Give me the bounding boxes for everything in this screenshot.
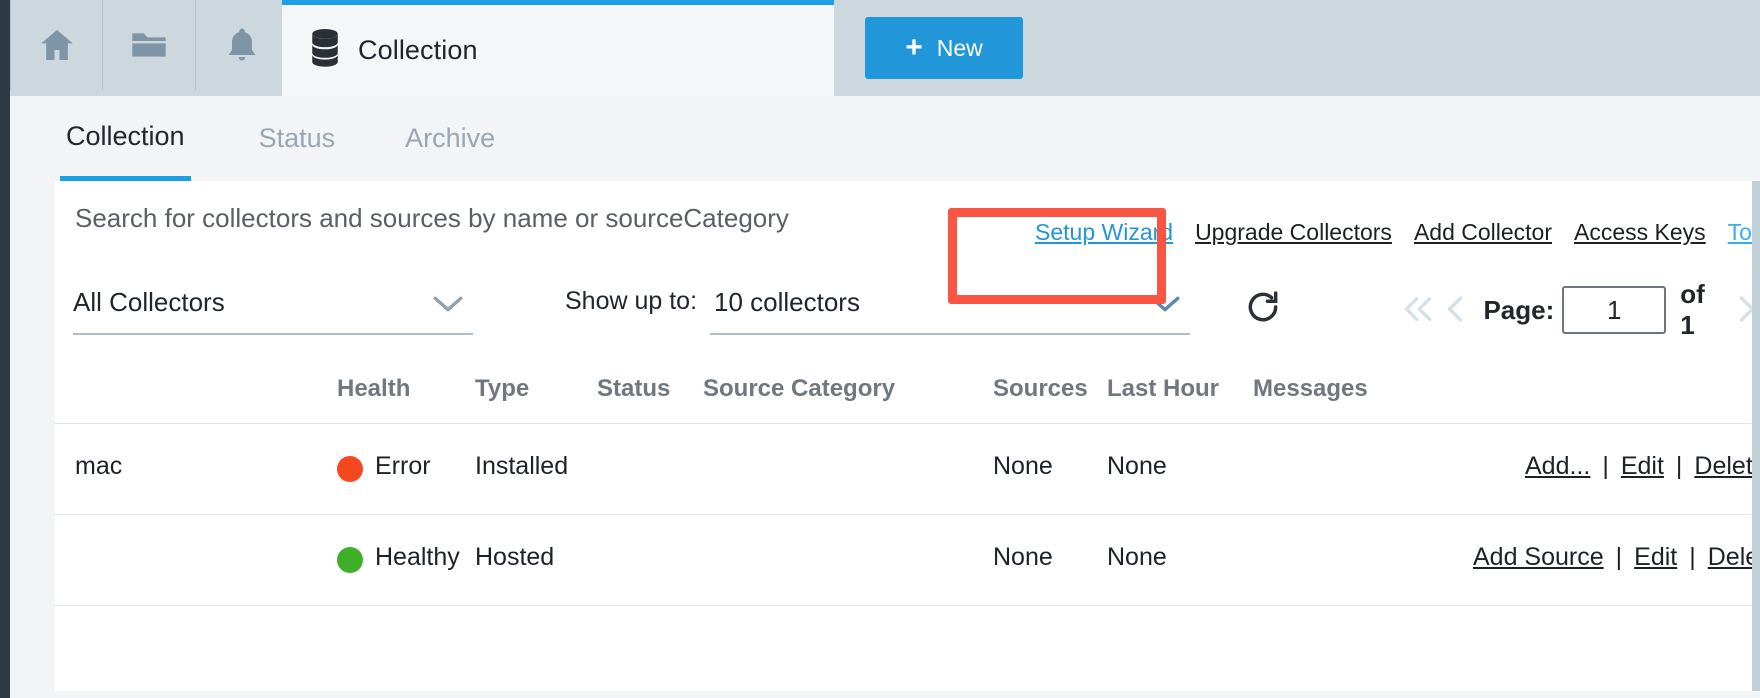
action-link-group: Setup Wizard Upgrade Collectors Add Coll… [1035, 219, 1760, 246]
health-status-label: Error [375, 452, 431, 481]
column-header-last-hour: Last Hour [1107, 375, 1219, 403]
column-header-status: Status [597, 375, 670, 403]
column-header-messages: Messages [1253, 375, 1368, 403]
show-up-to-select[interactable]: 10 collectors [710, 283, 1190, 335]
filter-row: All Collectors Show up to: 10 collectors [55, 267, 1760, 357]
nav-button-group [10, 0, 289, 90]
home-button[interactable] [10, 0, 103, 90]
row-action-group: Add Source | Edit | Delete [1473, 543, 1760, 572]
chevron-left-icon [1442, 294, 1468, 327]
left-rail [0, 0, 10, 698]
action-separator: | [1602, 452, 1609, 481]
folder-icon [129, 25, 169, 65]
add-collector-link[interactable]: Add Collector [1414, 219, 1552, 246]
sources-count: None [993, 543, 1053, 572]
page-total-label: of 1 [1680, 279, 1720, 341]
health-status-dot [337, 547, 363, 573]
alerts-button[interactable] [196, 0, 289, 90]
setup-wizard-link[interactable]: Setup Wizard [1035, 219, 1173, 246]
tab-collection-label: Collection [66, 121, 185, 152]
library-button[interactable] [103, 0, 196, 90]
tab-list: Collection Status Archive [60, 96, 501, 181]
collector-filter-value: All Collectors [73, 287, 225, 318]
collector-type: Installed [475, 452, 568, 481]
last-hour-value: None [1107, 543, 1167, 572]
last-hour-value: None [1107, 452, 1167, 481]
prev-page-button[interactable] [1437, 282, 1474, 338]
table-row[interactable]: Healthy Hosted None None Add Source | Ed… [55, 515, 1760, 606]
collector-type: Hosted [475, 543, 554, 572]
tab-strip: Collection Status Archive [10, 96, 1760, 181]
new-button-container: + New [834, 0, 1054, 96]
show-up-to-label: Show up to: [565, 287, 697, 316]
action-separator: | [1676, 452, 1683, 481]
chevron-down-icon [1148, 293, 1182, 320]
page-label: Page: [1483, 295, 1554, 326]
add-source-link[interactable]: Add... [1525, 452, 1590, 481]
page-tab-collection[interactable]: Collection [282, 0, 834, 96]
collectors-table: Health Type Status Source Category Sourc… [55, 357, 1760, 606]
collector-name: mac [75, 452, 122, 481]
new-button[interactable]: + New [865, 17, 1023, 79]
refresh-icon [1244, 288, 1282, 329]
column-header-sources: Sources [993, 375, 1088, 403]
bell-icon [222, 25, 262, 65]
column-header-source-category: Source Category [703, 375, 895, 403]
action-separator: | [1616, 543, 1623, 572]
refresh-button[interactable] [1240, 285, 1286, 331]
first-page-button[interactable] [1400, 282, 1437, 338]
tab-status-label: Status [259, 123, 336, 154]
table-row[interactable]: mac Error Installed None None Add... | E… [55, 424, 1760, 515]
tab-status[interactable]: Status [253, 96, 342, 181]
top-bar: Collection + New [0, 0, 1760, 96]
plus-icon: + [905, 33, 923, 63]
sources-count: None [993, 452, 1053, 481]
home-icon [37, 25, 77, 65]
tab-collection[interactable]: Collection [60, 96, 191, 181]
delete-link[interactable]: Delete [1694, 452, 1760, 481]
row-action-group: Add... | Edit | Delete [1525, 452, 1760, 481]
new-button-label: New [937, 35, 983, 62]
collection-page: Collection + New Collection Status Archi… [0, 0, 1760, 698]
action-separator: | [1689, 543, 1696, 572]
show-up-to-value: 10 collectors [714, 287, 860, 318]
health-status-label: Healthy [375, 543, 460, 572]
column-header-type: Type [475, 375, 529, 403]
search-input[interactable] [75, 203, 835, 234]
collector-filter-select[interactable]: All Collectors [73, 283, 473, 335]
table-header-row: Health Type Status Source Category Sourc… [55, 357, 1760, 424]
edit-link[interactable]: Edit [1621, 452, 1664, 481]
double-chevron-left-icon [1400, 294, 1436, 327]
column-header-health: Health [337, 375, 410, 403]
database-icon [308, 28, 342, 73]
collection-panel: Setup Wizard Upgrade Collectors Add Coll… [55, 181, 1760, 691]
access-keys-link[interactable]: Access Keys [1574, 219, 1706, 246]
chevron-down-icon [431, 293, 465, 320]
edit-link[interactable]: Edit [1634, 543, 1677, 572]
tab-archive[interactable]: Archive [399, 96, 501, 181]
tab-archive-label: Archive [405, 123, 495, 154]
health-status-dot [337, 456, 363, 482]
search-row: Setup Wizard Upgrade Collectors Add Coll… [55, 181, 1760, 267]
pagination-controls: Page: of 1 [1400, 279, 1760, 341]
page-tab-label: Collection [358, 35, 478, 66]
add-source-link[interactable]: Add Source [1473, 543, 1604, 572]
upgrade-collectors-link[interactable]: Upgrade Collectors [1195, 219, 1392, 246]
panel-right-edge [1752, 181, 1760, 691]
page-number-input[interactable] [1562, 286, 1666, 334]
top-bar-filler [1054, 0, 1760, 96]
